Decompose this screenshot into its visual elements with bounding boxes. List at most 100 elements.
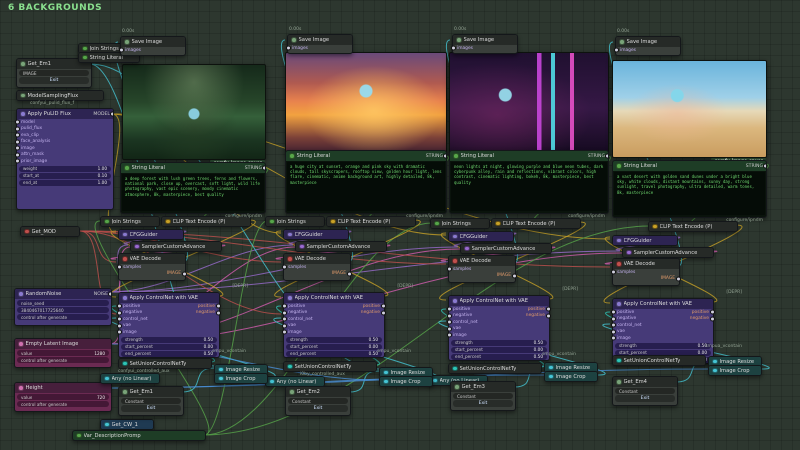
node-collapse-dot[interactable] [287, 231, 293, 238]
exit-button[interactable]: Exit [453, 400, 513, 407]
node-collapse-dot[interactable] [652, 223, 658, 230]
node-collapse-dot[interactable] [18, 291, 24, 297]
image-crop-1[interactable]: Image Crop [214, 373, 268, 384]
exit-button[interactable]: Exit [19, 77, 89, 84]
node-collapse-dot[interactable] [82, 54, 88, 61]
get-cw[interactable]: Get_CW_1 [100, 419, 154, 430]
input-port-images[interactable] [119, 47, 124, 53]
node-collapse-dot[interactable] [452, 258, 458, 264]
node-collapse-dot[interactable] [452, 298, 458, 304]
preview-image-forest[interactable]: comfy-image-saver [122, 64, 266, 168]
output-port[interactable] [110, 111, 113, 117]
apply-controlnet-2[interactable]: Apply ControlNet with VAE positive positiv… [282, 292, 386, 358]
node-collapse-dot[interactable] [619, 39, 625, 45]
height-primitive[interactable]: Height value 720 control after generate [14, 382, 112, 412]
node-collapse-dot[interactable] [452, 365, 458, 372]
output-port[interactable] [763, 163, 766, 169]
node-collapse-dot[interactable] [616, 237, 622, 244]
cfg-guider-2[interactable]: CFGGuider [283, 229, 349, 240]
node-collapse-dot[interactable] [134, 243, 140, 250]
node-graph-canvas[interactable]: 6 BACKGROUNDS comfy-image-savercomfy-ima… [0, 0, 800, 450]
prompt-text[interactable]: a deep forest with lush green trees, fer… [122, 174, 264, 211]
input-port-positive[interactable] [611, 309, 616, 315]
output-port-image[interactable] [347, 271, 352, 277]
input-port-image[interactable] [117, 329, 122, 335]
node-collapse-dot[interactable] [20, 111, 26, 117]
node-collapse-dot[interactable] [269, 378, 275, 385]
input-port-positive[interactable] [282, 303, 287, 309]
apply-pulid-flux[interactable]: Apply PuLID Flux MODEL model pulid_flux eva_… [15, 108, 114, 210]
node-collapse-dot[interactable] [18, 341, 24, 347]
input-port-control-net[interactable] [611, 322, 616, 328]
input-port-attn-mask[interactable] [15, 152, 20, 158]
widget-constant[interactable]: Constant [288, 398, 348, 404]
output-port[interactable] [605, 153, 608, 159]
clip-text-encode-1[interactable]: CLIP Text Encode (P) [161, 216, 251, 227]
get-em-1[interactable]: Get_Em1 Constant Exit [118, 386, 184, 416]
output-port-negative[interactable] [710, 316, 715, 322]
exit-button[interactable]: Exit [288, 405, 348, 412]
output-port-positive[interactable] [546, 306, 551, 312]
node-collapse-dot[interactable] [122, 256, 128, 262]
widget-value[interactable]: value 1280 [17, 350, 109, 356]
input-port-prior-image[interactable] [15, 158, 20, 164]
node-collapse-dot[interactable] [454, 384, 460, 390]
join-strings-2[interactable]: Join Strings [265, 216, 325, 227]
widget-value[interactable]: value 720 [17, 394, 109, 400]
widget-end-at[interactable]: end_at 1.00 [19, 179, 111, 186]
input-port-negative[interactable] [447, 313, 452, 319]
node-collapse-dot[interactable] [122, 295, 128, 301]
string-literal-3[interactable]: String Literal STRING neon lights at night… [449, 150, 609, 214]
preview-image-sunset[interactable]: comfy-image-saver [285, 52, 447, 162]
node-collapse-dot[interactable] [456, 37, 462, 43]
node-collapse-dot[interactable] [299, 243, 305, 250]
node-collapse-dot[interactable] [122, 360, 128, 367]
input-port-positive[interactable] [447, 306, 452, 312]
clip-text-encode-4[interactable]: CLIP Text Encode (P) [648, 221, 738, 232]
node-collapse-dot[interactable] [330, 218, 336, 225]
node-collapse-dot[interactable] [124, 165, 130, 171]
output-port-negative[interactable] [216, 310, 221, 316]
node-collapse-dot[interactable] [24, 228, 30, 235]
node-collapse-dot[interactable] [289, 153, 295, 159]
input-port-samples[interactable] [447, 266, 452, 272]
get-mod[interactable]: Get_MOD [20, 226, 80, 237]
node-collapse-dot[interactable] [434, 220, 440, 227]
widget-start-at[interactable]: start_at 0.10 [19, 172, 111, 179]
node-collapse-dot[interactable] [104, 375, 110, 382]
widget-start-percent[interactable]: start_percent 0.00 [286, 343, 382, 350]
node-collapse-dot[interactable] [383, 369, 389, 376]
input-port-positive[interactable] [117, 303, 122, 309]
node-collapse-dot[interactable] [82, 45, 88, 52]
vae-decode-2[interactable]: VAE Decode samples IMAGE [282, 253, 352, 281]
widget-control-after-generate[interactable]: control after generate [17, 357, 109, 363]
sampler-custom-advance-4[interactable]: SamplerCustomAdvance [622, 247, 714, 258]
widget-strength[interactable]: strength 0.50 [615, 342, 711, 349]
widget-strength[interactable]: strength 0.50 [286, 336, 382, 343]
widget-3840467017725640[interactable]: 3840467017725640 [17, 307, 109, 313]
widget-strength[interactable]: strength 0.50 [121, 336, 217, 343]
image-crop-4[interactable]: Image Crop [708, 365, 762, 376]
output-port[interactable] [262, 165, 265, 171]
widget-control-after-generate[interactable]: control after generate [17, 314, 109, 320]
string-literal-1[interactable]: String Literal STRING a deep forest with l… [120, 162, 266, 214]
output-port-negative[interactable] [381, 310, 386, 316]
random-noise[interactable]: RandomNoise NOISE noise_seed 38404670177256… [14, 288, 112, 326]
preview-image-desert[interactable]: comfy-image-saver [612, 60, 767, 166]
input-port-samples[interactable] [282, 264, 287, 270]
input-port-negative[interactable] [611, 316, 616, 322]
node-collapse-dot[interactable] [124, 39, 130, 45]
get-em-2[interactable]: Get_Em2 Constant Exit [285, 386, 351, 416]
widget-start-percent[interactable]: start_percent 0.00 [451, 346, 547, 353]
node-collapse-dot[interactable] [287, 256, 293, 262]
save-image-1[interactable]: Save Image images [119, 36, 186, 56]
input-port-control-net[interactable] [117, 316, 122, 322]
apply-controlnet-1[interactable]: Apply ControlNet with VAE positive positiv… [117, 292, 221, 358]
input-port-pulid-flux[interactable] [15, 126, 20, 132]
widget-end-percent[interactable]: end_percent 0.50 [121, 350, 217, 357]
set-union-controlnet-4[interactable]: SetUnionControlNetTy [612, 355, 706, 366]
node-collapse-dot[interactable] [104, 421, 110, 428]
node-collapse-dot[interactable] [287, 363, 293, 370]
widget-end-percent[interactable]: end_percent 0.50 [451, 353, 547, 360]
output-port-image[interactable] [676, 276, 681, 282]
